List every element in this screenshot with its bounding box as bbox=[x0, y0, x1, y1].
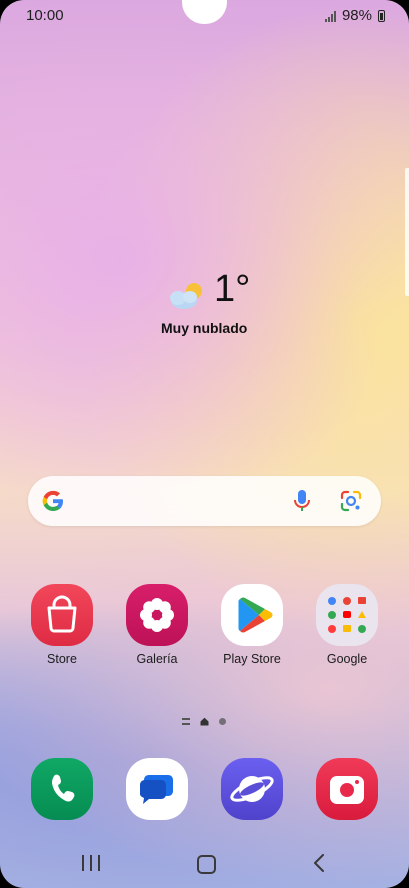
app-play-store[interactable]: Play Store bbox=[212, 584, 292, 666]
camera-icon bbox=[316, 758, 378, 820]
status-right: 98% bbox=[324, 7, 385, 24]
weather-condition: Muy nublado bbox=[161, 320, 248, 336]
gallery-flower-icon bbox=[126, 584, 188, 646]
dock-phone[interactable] bbox=[22, 758, 102, 820]
page-indicator-home-icon bbox=[200, 717, 209, 726]
home-icon[interactable] bbox=[197, 855, 216, 874]
edge-panel-handle[interactable] bbox=[405, 168, 409, 296]
battery-charging-icon bbox=[378, 9, 385, 22]
mic-icon[interactable] bbox=[291, 489, 313, 513]
google-lens-icon[interactable] bbox=[339, 489, 363, 513]
internet-icon bbox=[221, 758, 283, 820]
dock-camera[interactable] bbox=[307, 758, 387, 820]
google-g-icon bbox=[42, 490, 63, 511]
store-bag-icon bbox=[31, 584, 93, 646]
messages-icon bbox=[126, 758, 188, 820]
app-label: Galería bbox=[136, 652, 178, 666]
back-icon[interactable] bbox=[313, 854, 325, 872]
weather-widget[interactable]: 1° Muy nublado bbox=[160, 268, 280, 342]
weather-temperature: 1° bbox=[214, 268, 251, 310]
play-store-icon bbox=[221, 584, 283, 646]
app-galeria[interactable]: Galería bbox=[117, 584, 197, 666]
battery-percentage: 98% bbox=[341, 7, 372, 24]
recents-icon[interactable] bbox=[82, 855, 100, 871]
page-indicator-lines-icon bbox=[182, 718, 190, 725]
app-store[interactable]: Store bbox=[22, 584, 102, 666]
camera-notch bbox=[182, 0, 227, 24]
app-google-folder[interactable]: Google bbox=[307, 584, 387, 666]
dock-messages[interactable] bbox=[117, 758, 197, 820]
status-time: 10:00 bbox=[26, 7, 64, 24]
navigation-bar bbox=[0, 840, 409, 888]
app-label: Store bbox=[47, 652, 77, 666]
page-indicator-dot bbox=[219, 718, 226, 725]
page-indicator[interactable] bbox=[182, 717, 226, 726]
google-search-bar[interactable] bbox=[28, 476, 381, 526]
partly-cloudy-icon bbox=[170, 283, 202, 309]
google-folder-icon bbox=[316, 584, 378, 646]
signal-icon bbox=[324, 10, 336, 22]
dock-internet[interactable] bbox=[212, 758, 292, 820]
app-label: Google bbox=[326, 652, 368, 666]
home-screen: 10:00 98% 1° Muy nublado Store Galería P… bbox=[0, 0, 409, 888]
phone-icon bbox=[31, 758, 93, 820]
app-label: Play Store bbox=[223, 652, 281, 666]
